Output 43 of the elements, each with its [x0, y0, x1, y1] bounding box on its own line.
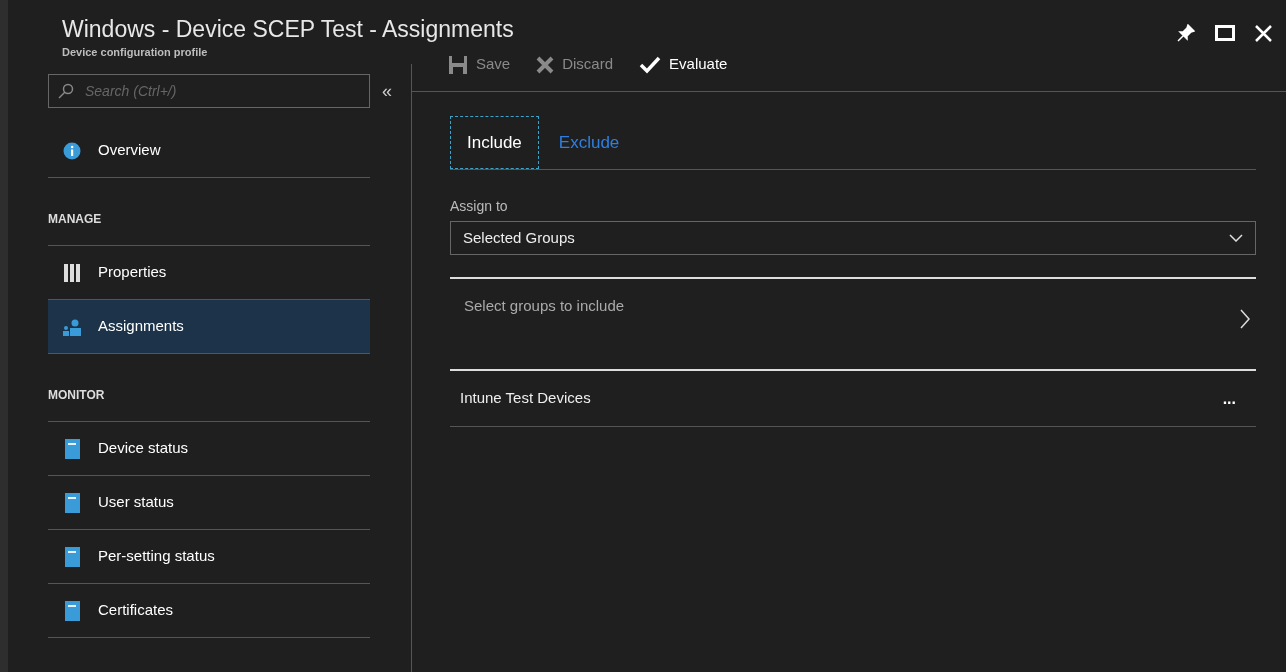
- sidebar-item-label: User status: [98, 492, 174, 513]
- sidebar-item[interactable]: User status: [48, 476, 370, 530]
- sidebar-item-label: Per-setting status: [98, 546, 215, 567]
- chevron-down-icon: [1229, 234, 1243, 242]
- select-groups-row[interactable]: Select groups to include: [450, 277, 1256, 369]
- discard-icon: [536, 55, 555, 74]
- info-icon: [63, 141, 81, 160]
- columns-icon: [64, 263, 80, 282]
- search-icon: [58, 83, 74, 99]
- book-icon: [64, 546, 80, 567]
- pin-icon[interactable]: [1177, 24, 1195, 42]
- sidebar-item-label: Properties: [98, 262, 167, 283]
- save-icon: [448, 54, 468, 75]
- book-icon: [64, 438, 80, 459]
- maximize-icon[interactable]: [1215, 25, 1235, 41]
- book-icon: [64, 492, 80, 513]
- window-title: Windows - Device SCEP Test - Assignments: [62, 15, 515, 44]
- group-name: Intune Test Devices: [460, 388, 592, 409]
- search-field[interactable]: Search (Ctrl+/): [48, 74, 370, 108]
- section-header: MANAGE: [48, 178, 370, 246]
- toolbar-button[interactable]: Evaluate: [639, 53, 728, 76]
- sidebar-item-label: Certificates: [98, 600, 174, 621]
- sidebar-item[interactable]: Device status: [48, 422, 370, 476]
- sidebar-item[interactable]: Certificates: [48, 584, 370, 638]
- section-header: MONITOR: [48, 354, 370, 422]
- sidebar-item[interactable]: Per-setting status: [48, 530, 370, 584]
- sidebar-item-label: Device status: [98, 438, 189, 459]
- chevron-right-icon: [1240, 309, 1250, 329]
- tab[interactable]: Exclude: [542, 116, 636, 169]
- book-icon: [64, 600, 80, 621]
- sidebar-item-label: Overview: [98, 140, 161, 161]
- people-icon: [62, 317, 82, 336]
- close-icon[interactable]: [1255, 24, 1272, 42]
- collapse-button[interactable]: «: [382, 77, 392, 105]
- field-label: Assign to: [450, 197, 509, 216]
- sidebar-item[interactable]: Assignments: [48, 300, 370, 354]
- tab[interactable]: Include: [450, 116, 539, 169]
- window-subtitle: Device configuration profile: [62, 45, 209, 60]
- sidebar-item[interactable]: Overview: [48, 124, 370, 178]
- more-button[interactable]: ...: [1222, 386, 1236, 411]
- assign-dropdown[interactable]: Selected Groups: [450, 221, 1256, 255]
- sidebar-item-label: Assignments: [98, 316, 184, 337]
- check-icon: [639, 55, 662, 74]
